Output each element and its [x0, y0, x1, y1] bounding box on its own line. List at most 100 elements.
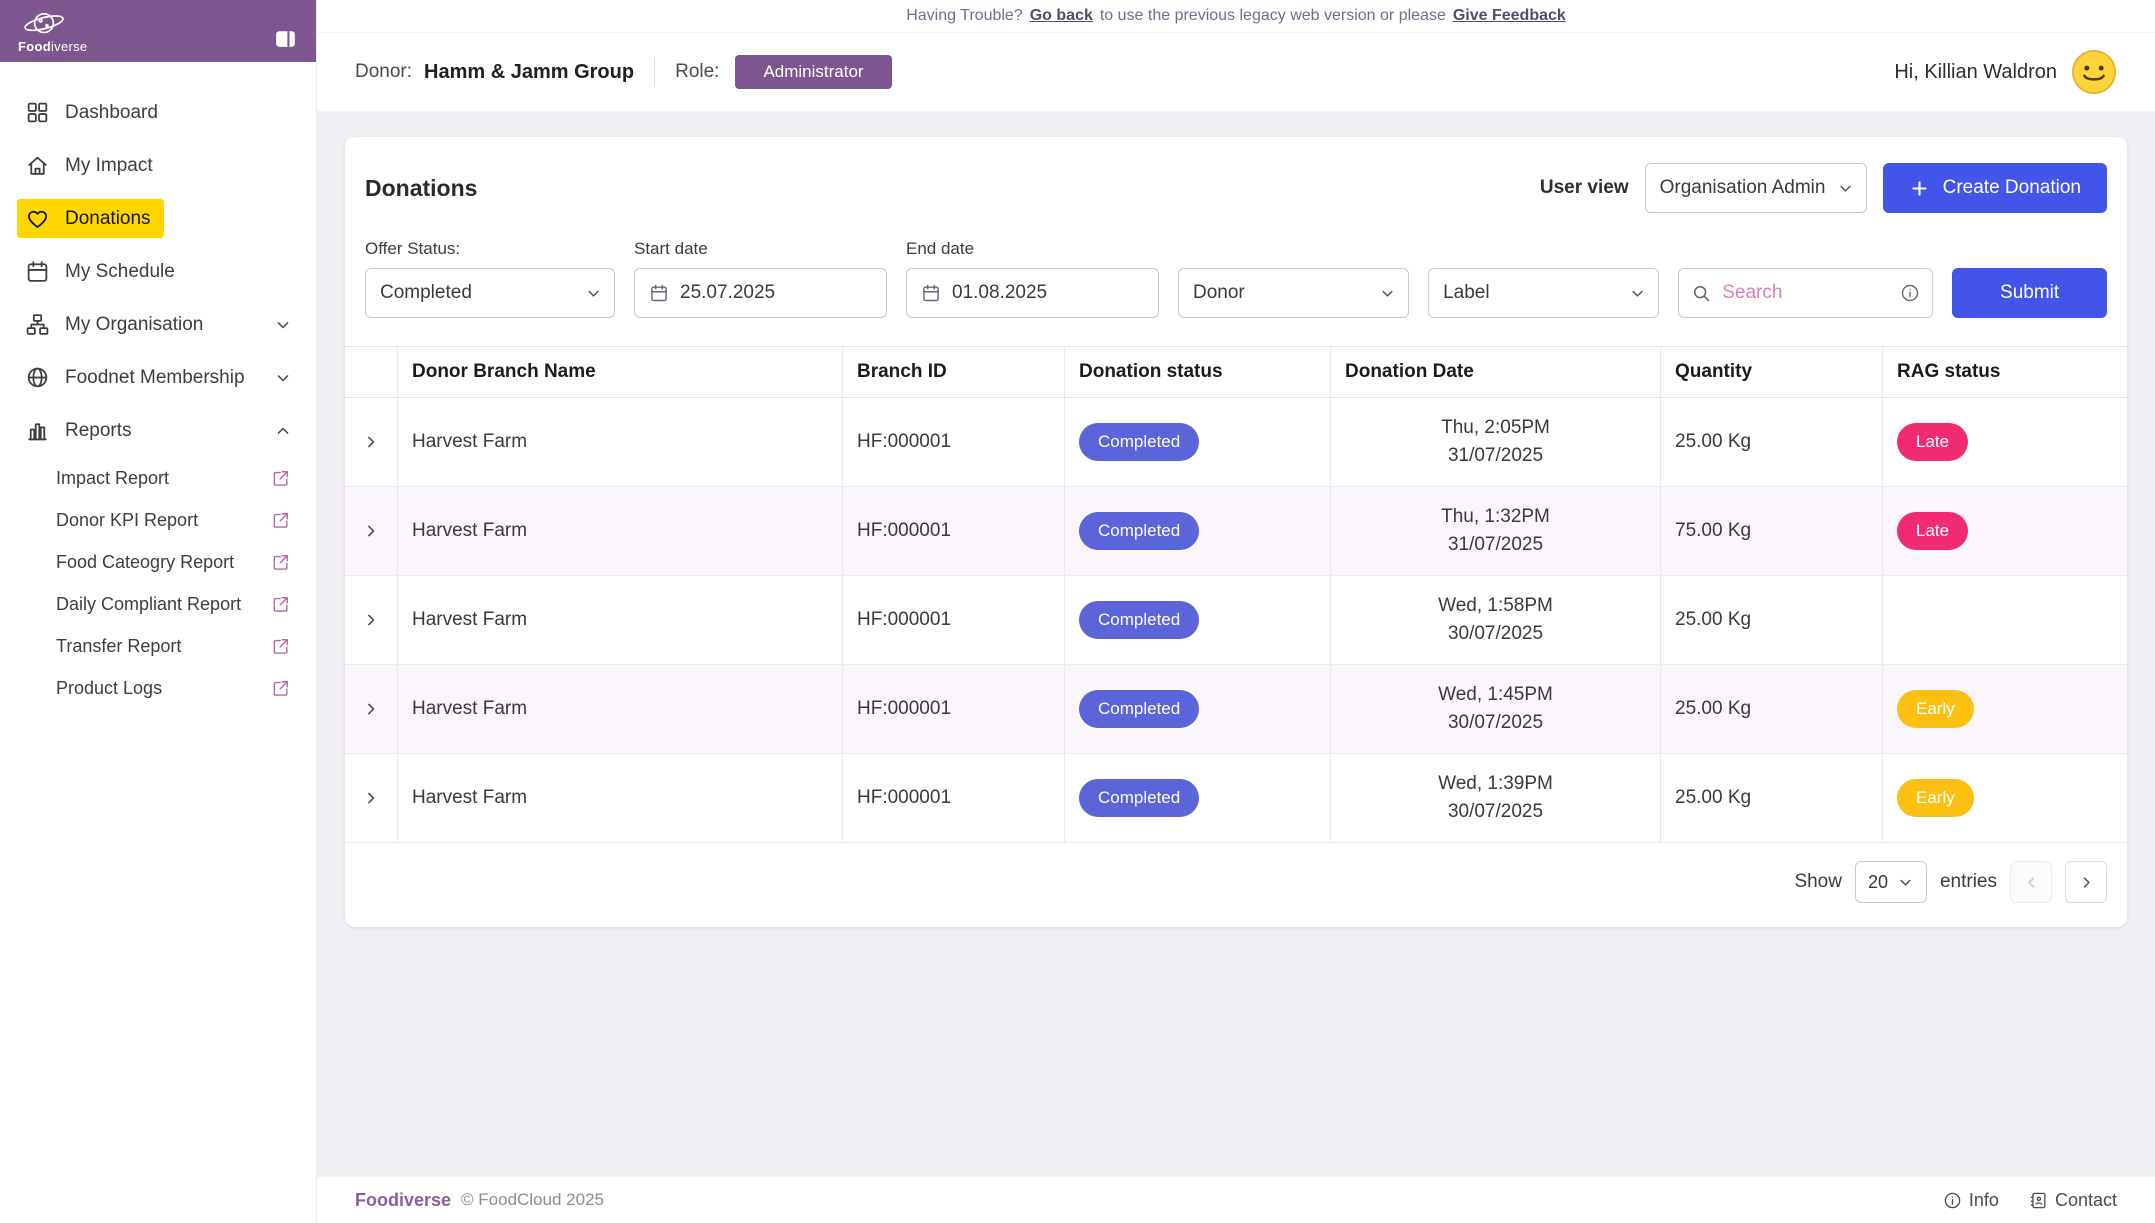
info-link[interactable]: Info [1943, 1190, 1999, 1211]
donor-select[interactable]: Donor [1178, 268, 1409, 318]
submit-button[interactable]: Submit [1952, 268, 2107, 318]
page-size-select[interactable]: 20 [1855, 861, 1927, 903]
sidebar-subitem-transfer-report[interactable]: Transfer Report [0, 625, 316, 667]
chevron-down-icon [1628, 284, 1647, 303]
status-pill: Completed [1079, 601, 1199, 639]
table-row[interactable]: Harvest Farm HF:000001 Completed Thu, 1:… [345, 487, 2127, 576]
logo-text: Foodiverse [18, 39, 87, 54]
create-donation-button[interactable]: Create Donation [1883, 163, 2107, 213]
row-expander-icon[interactable] [361, 521, 381, 541]
sidebar-item-reports[interactable]: Reports [0, 404, 316, 457]
cell-branch-name: Harvest Farm [397, 398, 842, 486]
pagination: Show 20 entries [345, 843, 2127, 927]
table-row[interactable]: Harvest Farm HF:000001 Completed Wed, 1:… [345, 754, 2127, 843]
donor-name: Hamm & Jamm Group [424, 61, 634, 84]
status-pill: Completed [1079, 779, 1199, 817]
rag-pill: Late [1897, 512, 1968, 550]
status-pill: Completed [1079, 512, 1199, 550]
organisation-icon [25, 312, 50, 337]
row-expander-icon[interactable] [361, 699, 381, 719]
donations-card: Donations User view Organisation Admin C… [345, 137, 2127, 927]
sidebar-subitem-donor-kpi-report[interactable]: Donor KPI Report [0, 499, 316, 541]
sidebar-header: Foodiverse [0, 0, 316, 62]
panel-collapse-icon [273, 26, 298, 51]
table-row[interactable]: Harvest Farm HF:000001 Completed Wed, 1:… [345, 576, 2127, 665]
home-icon [25, 153, 50, 178]
footer-copyright: © FoodCloud 2025 [461, 1190, 604, 1210]
status-pill: Completed [1079, 423, 1199, 461]
column-header-donation-status: Donation status [1064, 347, 1330, 397]
sidebar-subitem-impact-report[interactable]: Impact Report [0, 457, 316, 499]
offer-status-label: Offer Status: [365, 239, 615, 259]
column-header-branch-name: Donor Branch Name [397, 347, 842, 397]
info-icon [1943, 1191, 1962, 1210]
end-date-label: End date [906, 239, 1159, 259]
cell-quantity: 75.00 Kg [1660, 487, 1882, 575]
donations-table: Donor Branch Name Branch ID Donation sta… [345, 346, 2127, 843]
footer-brand[interactable]: Foodiverse [355, 1190, 451, 1211]
sidebar-subitem-food-category-report[interactable]: Food Cateogry Report [0, 541, 316, 583]
end-date-input[interactable]: 01.08.2025 [906, 268, 1159, 318]
dashboard-icon [25, 100, 50, 125]
cell-donation-date: Wed, 1:58PM30/07/2025 [1330, 576, 1660, 664]
table-row[interactable]: Harvest Farm HF:000001 Completed Thu, 2:… [345, 398, 2127, 487]
calendar-icon [921, 283, 941, 303]
give-feedback-link[interactable]: Give Feedback [1453, 7, 1566, 25]
cell-branch-name: Harvest Farm [397, 487, 842, 575]
external-link-icon [271, 678, 291, 698]
collapse-sidebar-button[interactable] [273, 17, 298, 62]
avatar[interactable] [2071, 49, 2117, 95]
label-select[interactable]: Label [1428, 268, 1659, 318]
cell-donation-date: Wed, 1:45PM30/07/2025 [1330, 665, 1660, 753]
cell-branch-id: HF:000001 [842, 576, 1064, 664]
offer-status-select[interactable]: Completed [365, 268, 615, 318]
entries-label: entries [1940, 871, 1997, 893]
row-expander-icon[interactable] [361, 788, 381, 808]
sidebar-nav: Dashboard My Impact Donations My Schedul… [0, 62, 316, 709]
sidebar-item-my-schedule[interactable]: My Schedule [0, 245, 316, 298]
sidebar-item-donations[interactable]: Donations [0, 192, 316, 245]
external-link-icon [271, 510, 291, 530]
top-header: Donor: Hamm & Jamm Group Role: Administr… [317, 33, 2155, 111]
column-header-quantity: Quantity [1660, 347, 1882, 397]
donor-label: Donor: [355, 61, 412, 83]
role-badge: Administrator [735, 55, 891, 89]
cell-quantity: 25.00 Kg [1660, 754, 1882, 842]
heart-donation-icon [25, 206, 50, 231]
row-expander-icon[interactable] [361, 610, 381, 630]
user-view-select[interactable]: Organisation Admin [1645, 163, 1867, 213]
chevron-down-icon [1378, 284, 1397, 303]
page-title: Donations [365, 175, 477, 202]
row-expander-icon[interactable] [361, 432, 381, 452]
banner-text: to use the previous legacy web version o… [1100, 7, 1446, 25]
contact-link[interactable]: Contact [2029, 1190, 2117, 1211]
sidebar-subitem-daily-compliant-report[interactable]: Daily Compliant Report [0, 583, 316, 625]
smiley-avatar-icon [2071, 49, 2117, 95]
go-back-link[interactable]: Go back [1030, 7, 1093, 25]
plus-icon [1909, 178, 1930, 199]
expander-column-header [345, 347, 397, 397]
cell-quantity: 25.00 Kg [1660, 398, 1882, 486]
start-date-input[interactable]: 25.07.2025 [634, 268, 887, 318]
cell-branch-name: Harvest Farm [397, 576, 842, 664]
chevron-right-icon [2077, 873, 2096, 892]
next-page-button[interactable] [2065, 861, 2107, 903]
calendar-icon [649, 283, 669, 303]
sidebar-subitem-product-logs[interactable]: Product Logs [0, 667, 316, 709]
info-icon[interactable] [1900, 283, 1920, 303]
sidebar-item-my-organisation[interactable]: My Organisation [0, 298, 316, 351]
previous-page-button[interactable] [2010, 861, 2052, 903]
chevron-down-icon [273, 368, 293, 388]
sidebar-item-foodnet-membership[interactable]: Foodnet Membership [0, 351, 316, 404]
sidebar-item-my-impact[interactable]: My Impact [0, 139, 316, 192]
main-content: Donations User view Organisation Admin C… [317, 111, 2155, 1177]
start-date-label: Start date [634, 239, 887, 259]
chevron-left-icon [2022, 873, 2041, 892]
sidebar-item-dashboard[interactable]: Dashboard [0, 86, 316, 139]
app-root: Foodiverse Dashboard My Impact Donations… [0, 0, 2155, 1223]
calendar-icon [25, 259, 50, 284]
cell-branch-id: HF:000001 [842, 487, 1064, 575]
search-input[interactable] [1720, 281, 1891, 305]
table-row[interactable]: Harvest Farm HF:000001 Completed Wed, 1:… [345, 665, 2127, 754]
cell-branch-name: Harvest Farm [397, 754, 842, 842]
